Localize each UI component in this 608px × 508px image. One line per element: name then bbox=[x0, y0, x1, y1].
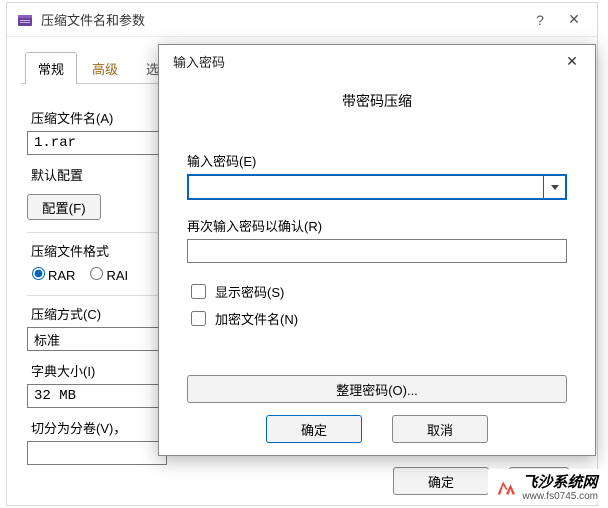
filename-input[interactable] bbox=[27, 131, 167, 155]
pw-titlebar: 输入密码 ✕ bbox=[159, 45, 595, 77]
tab-advanced[interactable]: 高级 bbox=[79, 52, 131, 84]
close-button[interactable]: ✕ bbox=[557, 8, 591, 32]
enter-password-label: 输入密码(E) bbox=[187, 151, 567, 170]
main-titlebar: 压缩文件名和参数 ? ✕ bbox=[7, 3, 597, 37]
watermark-brand: 飞沙系统网 bbox=[522, 471, 598, 492]
pw-body: 输入密码(E) 再次输入密码以确认(R) 显示密码(S) 加密文件名(N) 整理… bbox=[159, 121, 595, 403]
show-password-input[interactable] bbox=[191, 284, 206, 299]
watermark: 飞沙系统网 www.fs0745.com bbox=[488, 469, 604, 504]
pw-cancel-button[interactable]: 取消 bbox=[392, 415, 488, 443]
confirm-password-input[interactable] bbox=[187, 239, 567, 263]
tab-general[interactable]: 常规 bbox=[25, 52, 77, 84]
organize-passwords-button[interactable]: 整理密码(O)... bbox=[187, 375, 567, 403]
password-combo bbox=[187, 174, 567, 200]
pw-title: 输入密码 bbox=[173, 52, 555, 71]
pw-close-button[interactable]: ✕ bbox=[555, 49, 589, 73]
radio-rar[interactable]: RAR bbox=[27, 264, 75, 283]
confirm-password-label: 再次输入密码以确认(R) bbox=[187, 216, 567, 235]
password-history-dropdown[interactable] bbox=[543, 174, 567, 200]
encrypt-filenames-input[interactable] bbox=[191, 311, 206, 326]
watermark-url: www.fs0745.com bbox=[522, 491, 598, 502]
radio-rar4-input[interactable] bbox=[90, 267, 103, 280]
divider bbox=[27, 232, 167, 233]
main-window-title: 压缩文件名和参数 bbox=[41, 10, 523, 29]
radio-rar4[interactable]: RAI bbox=[85, 264, 128, 283]
pw-bottom-bar: 确定 取消 bbox=[159, 415, 595, 443]
winrar-icon bbox=[17, 12, 33, 28]
dict-select[interactable] bbox=[27, 384, 167, 408]
split-input[interactable] bbox=[27, 441, 167, 465]
main-ok-button[interactable]: 确定 bbox=[393, 467, 489, 495]
method-select[interactable] bbox=[27, 327, 167, 351]
password-input[interactable] bbox=[187, 174, 543, 200]
divider-2 bbox=[27, 295, 167, 296]
password-dialog: 输入密码 ✕ 带密码压缩 输入密码(E) 再次输入密码以确认(R) 显示密码(S… bbox=[158, 44, 596, 456]
pw-heading: 带密码压缩 bbox=[159, 77, 595, 121]
help-button[interactable]: ? bbox=[523, 8, 557, 32]
config-button[interactable]: 配置(F) bbox=[27, 194, 101, 220]
radio-rar-input[interactable] bbox=[32, 267, 45, 280]
encrypt-filenames-checkbox[interactable]: 加密文件名(N) bbox=[187, 308, 567, 329]
pw-ok-button[interactable]: 确定 bbox=[266, 415, 362, 443]
watermark-logo-icon bbox=[494, 476, 516, 498]
show-password-checkbox[interactable]: 显示密码(S) bbox=[187, 281, 567, 302]
